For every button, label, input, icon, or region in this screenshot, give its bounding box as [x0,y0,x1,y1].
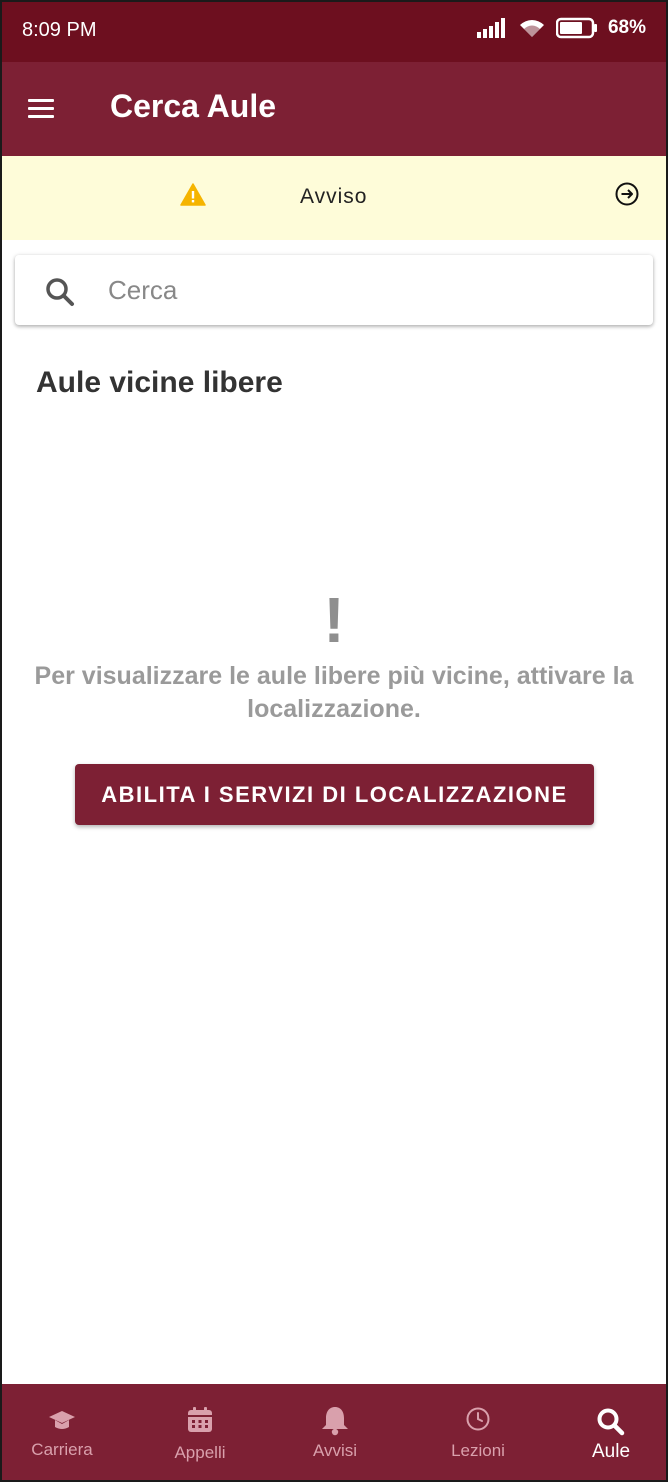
section-title: Aule vicine libere [36,366,283,399]
empty-state-message: Per visualizzare le aule libere più vici… [34,662,634,723]
signal-icon [476,18,505,38]
nav-item-lezioni[interactable]: Lezioni [416,1384,540,1482]
nav-item-aule[interactable]: Aule [550,1384,668,1482]
status-bar: 8:09 PM 68% [0,0,668,62]
bottom-nav: Carriera Appelli Avvisi Lezioni Aule [0,1384,668,1482]
wifi-icon [519,20,544,37]
hamburger-menu-icon[interactable] [22,92,62,126]
battery-icon [555,17,597,39]
search-icon [597,1408,625,1436]
nav-item-avvisi[interactable]: Avvisi [273,1384,397,1482]
page-title: Cerca Aule [110,88,276,124]
nav-label: Aule [591,1441,631,1462]
nav-label: Carriera [31,1440,93,1459]
nav-item-carriera[interactable]: Carriera [0,1384,124,1482]
battery-level: 68% [607,17,646,38]
nav-item-appelli[interactable]: Appelli [138,1384,262,1482]
nav-label: Avvisi [312,1441,358,1460]
notice-banner[interactable]: Avviso [0,156,668,240]
notice-label: Avviso [300,185,368,208]
calendar-icon [188,1407,212,1432]
arrow-right-circle-icon[interactable] [614,181,640,207]
graduation-cap-icon [49,1411,75,1429]
app-bar: Cerca Aule [0,62,668,156]
status-time: 8:09 PM [22,19,97,41]
bell-icon [322,1407,348,1436]
nav-label: Appelli [174,1443,226,1462]
clock-icon [466,1407,490,1431]
nav-label: Lezioni [451,1441,505,1460]
enable-location-button[interactable]: ABILITA I SERVIZI DI LOCALIZZAZIONE [75,764,594,825]
exclamation-icon: ! [323,584,345,656]
warning-icon [180,183,206,206]
status-icons: 68% [476,17,646,39]
search-icon[interactable] [44,276,76,308]
search-input[interactable] [108,270,628,310]
